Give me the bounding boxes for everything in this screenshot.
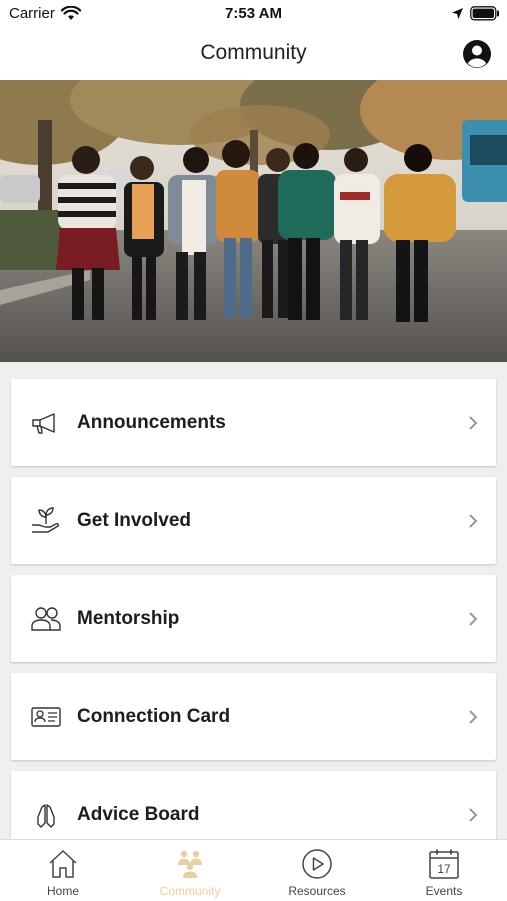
menu-label-connection-card: Connection Card <box>77 706 231 727</box>
calendar-icon: 17 <box>429 849 459 879</box>
tab-home[interactable]: Home <box>0 840 126 901</box>
page-title: Community <box>200 41 307 64</box>
tab-label-home: Home <box>46 884 79 898</box>
chevron-right-icon <box>469 808 478 822</box>
tab-community[interactable]: Community <box>127 840 253 901</box>
menu-item-mentorship[interactable]: Mentorship <box>11 575 496 662</box>
menu-item-get-involved[interactable]: Get Involved <box>11 477 496 564</box>
status-time: 7:53 AM <box>225 5 282 22</box>
hero-image <box>0 80 507 362</box>
tab-events[interactable]: 17 Events <box>381 840 507 901</box>
chevron-right-icon <box>469 514 478 528</box>
hand-plant-icon <box>32 507 60 533</box>
menu-item-connection-card[interactable]: Connection Card <box>11 673 496 760</box>
tab-bar: Home Community Resources 17 Events <box>0 839 507 901</box>
menu-label-mentorship: Mentorship <box>77 608 180 629</box>
id-card-icon <box>31 707 61 727</box>
calendar-day: 17 <box>437 862 451 876</box>
chevron-right-icon <box>469 710 478 724</box>
chevron-right-icon <box>469 416 478 430</box>
menu-item-announcements[interactable]: Announcements <box>11 379 496 466</box>
navigation-bar: Community <box>0 28 507 80</box>
tab-resources[interactable]: Resources <box>254 840 380 901</box>
hero-photo-illustration <box>0 80 507 362</box>
location-arrow-icon <box>452 8 463 19</box>
tab-label-community: Community <box>159 884 221 898</box>
megaphone-icon <box>32 413 55 434</box>
chevron-right-icon <box>469 612 478 626</box>
menu-label-announcements: Announcements <box>77 412 226 433</box>
status-bar: Carrier 7:53 AM <box>0 0 507 28</box>
menu-label-advice-board: Advice Board <box>77 804 200 825</box>
menu-label-get-involved: Get Involved <box>77 510 192 531</box>
praying-hands-icon <box>37 804 55 828</box>
tab-label-resources: Resources <box>288 884 346 898</box>
tab-label-events: Events <box>425 884 463 898</box>
home-icon <box>49 850 77 878</box>
people-icon <box>31 607 61 631</box>
battery-icon <box>470 6 499 21</box>
play-circle-icon <box>302 849 332 879</box>
profile-icon[interactable] <box>462 39 492 69</box>
community-icon <box>178 850 202 878</box>
